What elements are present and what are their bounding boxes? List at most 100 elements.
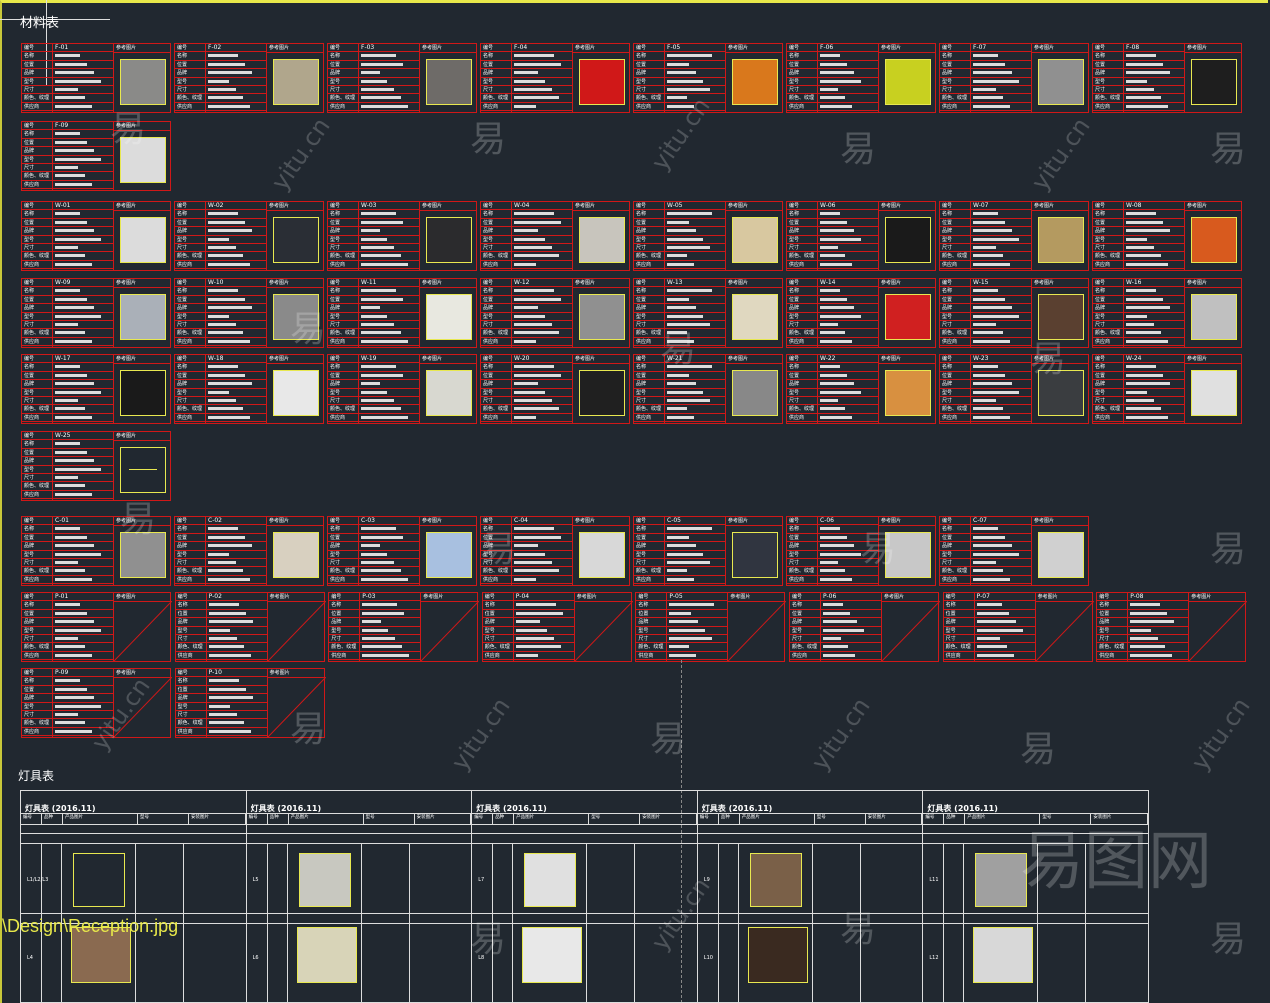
material-swatch[interactable] (426, 217, 472, 263)
material-card[interactable]: 编号 名称 位置 品牌 型号 尺寸 颜色、纹理 供应商 W-03 参考图片 (327, 201, 477, 271)
material-card[interactable]: 编号 名称 位置 品牌 型号 尺寸 颜色、纹理 供应商 W-20 参考图片 (480, 354, 630, 424)
material-card[interactable]: 编号 名称 位置 品牌 型号 尺寸 颜色、纹理 供应商 F-07 参考图片 (939, 43, 1089, 113)
material-swatch[interactable] (273, 59, 319, 105)
material-swatch[interactable] (732, 532, 778, 578)
material-swatch[interactable] (1191, 217, 1237, 263)
material-card[interactable]: 编号 名称 位置 品牌 型号 尺寸 颜色、纹理 供应商 W-09 参考图片 (21, 278, 171, 348)
material-swatch[interactable] (120, 59, 166, 105)
material-card[interactable]: 编号 名称 位置 品牌 型号 尺寸 颜色、纹理 供应商 P-03 参考图片 (328, 592, 480, 662)
material-swatch[interactable] (732, 59, 778, 105)
lamp-photo[interactable] (73, 853, 125, 907)
material-swatch[interactable] (273, 370, 319, 416)
material-card[interactable]: 编号 名称 位置 品牌 型号 尺寸 颜色、纹理 供应商 W-17 参考图片 (21, 354, 171, 424)
material-card[interactable]: 编号 名称 位置 品牌 型号 尺寸 颜色、纹理 供应商 W-24 参考图片 (1092, 354, 1242, 424)
material-swatch[interactable] (426, 59, 472, 105)
material-card[interactable]: 编号 名称 位置 品牌 型号 尺寸 颜色、纹理 供应商 W-16 参考图片 (1092, 278, 1242, 348)
material-card[interactable]: 编号 名称 位置 品牌 型号 尺寸 颜色、纹理 供应商 C-05 参考图片 (633, 516, 783, 586)
material-card[interactable]: 编号 名称 位置 品牌 型号 尺寸 颜色、纹理 供应商 F-08 参考图片 (1092, 43, 1242, 113)
material-swatch[interactable] (120, 370, 166, 416)
material-swatch[interactable] (732, 217, 778, 263)
material-card[interactable]: 编号 名称 位置 品牌 型号 尺寸 颜色、纹理 供应商 F-06 参考图片 (786, 43, 936, 113)
material-swatch[interactable] (579, 217, 625, 263)
material-card[interactable]: 编号 名称 位置 品牌 型号 尺寸 颜色、纹理 供应商 W-02 参考图片 (174, 201, 324, 271)
material-swatch[interactable] (1191, 59, 1237, 105)
material-card[interactable]: 编号 名称 位置 品牌 型号 尺寸 颜色、纹理 供应商 C-03 参考图片 (327, 516, 477, 586)
material-card[interactable]: 编号 名称 位置 品牌 型号 尺寸 颜色、纹理 供应商 P-05 参考图片 (635, 592, 787, 662)
material-card[interactable]: 编号 名称 位置 品牌 型号 尺寸 颜色、纹理 供应商 W-13 参考图片 (633, 278, 783, 348)
lamp-photo[interactable] (749, 853, 802, 907)
material-swatch[interactable] (426, 370, 472, 416)
material-card[interactable]: 编号 名称 位置 品牌 型号 尺寸 颜色、纹理 供应商 W-14 参考图片 (786, 278, 936, 348)
material-swatch[interactable] (885, 294, 931, 340)
material-card[interactable]: 编号 名称 位置 品牌 型号 尺寸 颜色、纹理 供应商 W-10 参考图片 (174, 278, 324, 348)
material-card[interactable]: 编号 名称 位置 品牌 型号 尺寸 颜色、纹理 供应商 P-07 参考图片 (942, 592, 1094, 662)
lamp-photo[interactable] (747, 927, 808, 983)
material-card[interactable]: 编号 名称 位置 品牌 型号 尺寸 颜色、纹理 供应商 W-12 参考图片 (480, 278, 630, 348)
material-swatch[interactable] (120, 532, 166, 578)
material-swatch[interactable] (579, 532, 625, 578)
lamp-photo[interactable] (975, 853, 1028, 907)
material-card[interactable]: 编号 名称 位置 品牌 型号 尺寸 颜色、纹理 供应商 F-04 参考图片 (480, 43, 630, 113)
material-swatch[interactable] (273, 294, 319, 340)
material-card[interactable]: 编号 名称 位置 品牌 型号 尺寸 颜色、纹理 供应商 W-05 参考图片 (633, 201, 783, 271)
material-card[interactable]: 编号 名称 位置 品牌 型号 尺寸 颜色、纹理 供应商 F-05 参考图片 (633, 43, 783, 113)
material-card[interactable]: 编号 名称 位置 品牌 型号 尺寸 颜色、纹理 供应商 P-01 参考图片 (21, 592, 172, 662)
lamp-photo[interactable] (522, 927, 583, 983)
material-swatch[interactable] (579, 370, 625, 416)
material-card[interactable]: 编号 名称 位置 品牌 型号 尺寸 颜色、纹理 供应商 W-15 参考图片 (939, 278, 1089, 348)
material-card[interactable]: 编号 名称 位置 品牌 型号 尺寸 颜色、纹理 供应商 W-01 参考图片 (21, 201, 171, 271)
material-swatch[interactable] (732, 294, 778, 340)
material-swatch[interactable] (273, 532, 319, 578)
material-card[interactable]: 编号 名称 位置 品牌 型号 尺寸 颜色、纹理 供应商 W-07 参考图片 (939, 201, 1089, 271)
material-card[interactable]: 编号 名称 位置 品牌 型号 尺寸 颜色、纹理 供应商 W-04 参考图片 (480, 201, 630, 271)
material-swatch[interactable] (885, 370, 931, 416)
material-swatch[interactable] (885, 532, 931, 578)
material-swatch[interactable] (1038, 294, 1084, 340)
material-swatch[interactable] (273, 217, 319, 263)
material-card[interactable]: 编号 名称 位置 品牌 型号 尺寸 颜色、纹理 供应商 P-04 参考图片 (481, 592, 633, 662)
material-swatch[interactable] (1038, 59, 1084, 105)
material-swatch[interactable] (1191, 370, 1237, 416)
material-card[interactable]: 编号 名称 位置 品牌 型号 尺寸 颜色、纹理 供应商 P-08 参考图片 (1096, 592, 1248, 662)
material-swatch[interactable] (732, 370, 778, 416)
material-card[interactable]: 编号 名称 位置 品牌 型号 尺寸 颜色、纹理 供应商 F-03 参考图片 (327, 43, 477, 113)
material-swatch[interactable] (579, 294, 625, 340)
material-card[interactable]: 编号 名称 位置 品牌 型号 尺寸 颜色、纹理 供应商 F-02 参考图片 (174, 43, 324, 113)
material-swatch[interactable] (1038, 370, 1084, 416)
material-swatch[interactable] (120, 217, 166, 263)
material-swatch[interactable] (885, 217, 931, 263)
material-swatch[interactable] (1038, 217, 1084, 263)
material-card[interactable]: 编号 名称 位置 品牌 型号 尺寸 颜色、纹理 供应商 C-07 参考图片 (939, 516, 1089, 586)
material-card[interactable]: 编号 名称 位置 品牌 型号 尺寸 颜色、纹理 供应商 W-19 参考图片 (327, 354, 477, 424)
material-swatch[interactable] (120, 137, 166, 183)
material-card[interactable]: 编号 名称 位置 品牌 型号 尺寸 颜色、纹理 供应商 P-06 参考图片 (789, 592, 940, 662)
lamp-photo[interactable] (296, 927, 357, 983)
lamp-photo[interactable] (298, 853, 351, 907)
material-swatch[interactable] (120, 294, 166, 340)
material-card[interactable]: 编号 名称 位置 品牌 型号 尺寸 颜色、纹理 供应商 F-01 参考图片 (21, 43, 171, 113)
material-card[interactable]: 编号 名称 位置 品牌 型号 尺寸 颜色、纹理 供应商 W-21 参考图片 (633, 354, 783, 424)
material-card[interactable]: 编号 名称 位置 品牌 型号 尺寸 颜色、纹理 供应商 W-22 参考图片 (786, 354, 936, 424)
material-swatch[interactable] (426, 532, 472, 578)
material-card[interactable]: 编号 名称 位置 品牌 型号 尺寸 颜色、纹理 供应商 W-11 参考图片 (327, 278, 477, 348)
material-swatch[interactable] (885, 59, 931, 105)
material-swatch[interactable] (1191, 294, 1237, 340)
material-card[interactable]: 编号 名称 位置 品牌 型号 尺寸 颜色、纹理 供应商 W-06 参考图片 (786, 201, 936, 271)
lamp-photo[interactable] (973, 927, 1034, 983)
material-swatch[interactable] (426, 294, 472, 340)
material-card[interactable]: 编号 名称 位置 品牌 型号 尺寸 颜色、纹理 供应商 W-08 参考图片 (1092, 201, 1242, 271)
material-card[interactable]: 编号 名称 位置 品牌 型号 尺寸 颜色、纹理 供应商 P-02 参考图片 (174, 592, 326, 662)
material-card[interactable]: 编号 名称 位置 品牌 型号 尺寸 颜色、纹理 供应商 C-04 参考图片 (480, 516, 630, 586)
material-swatch[interactable] (120, 447, 166, 493)
material-swatch[interactable] (1038, 532, 1084, 578)
material-card[interactable]: 编号 名称 位置 品牌 型号 尺寸 颜色、纹理 供应商 P-09 参考图片 (21, 668, 172, 738)
lamp-photo[interactable] (524, 853, 577, 907)
material-card[interactable]: 编号 名称 位置 品牌 型号 尺寸 颜色、纹理 供应商 W-23 参考图片 (939, 354, 1089, 424)
material-card[interactable]: 编号 名称 位置 品牌 型号 尺寸 颜色、纹理 供应商 W-25 参考图片 (21, 431, 171, 501)
material-card[interactable]: 编号 名称 位置 品牌 型号 尺寸 颜色、纹理 供应商 C-01 参考图片 (21, 516, 171, 586)
material-card[interactable]: 编号 名称 位置 品牌 型号 尺寸 颜色、纹理 供应商 C-06 参考图片 (786, 516, 936, 586)
material-swatch[interactable] (579, 59, 625, 105)
material-card[interactable]: 编号 名称 位置 品牌 型号 尺寸 颜色、纹理 供应商 F-09 参考图片 (21, 121, 171, 191)
material-card[interactable]: 编号 名称 位置 品牌 型号 尺寸 颜色、纹理 供应商 W-18 参考图片 (174, 354, 324, 424)
material-card[interactable]: 编号 名称 位置 品牌 型号 尺寸 颜色、纹理 供应商 P-10 参考图片 (174, 668, 326, 738)
